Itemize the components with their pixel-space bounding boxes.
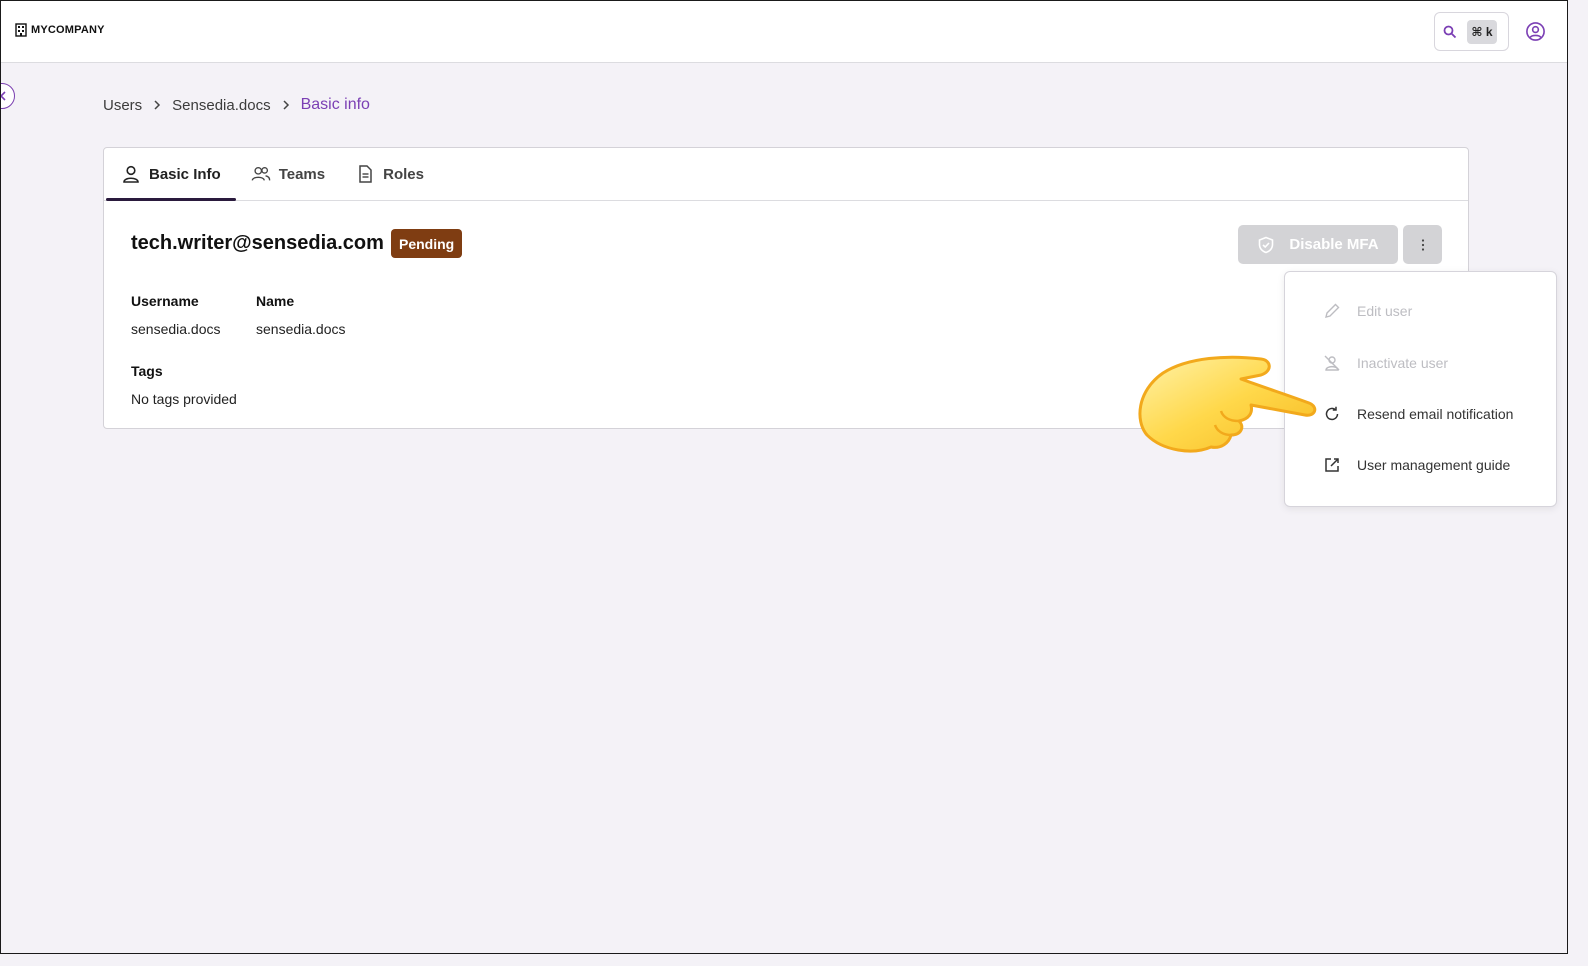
- account-icon[interactable]: [1525, 21, 1546, 42]
- tab-bar: Basic Info Teams Roles: [104, 148, 1468, 201]
- disable-mfa-label: Disable MFA: [1289, 236, 1379, 253]
- refresh-icon: [1325, 406, 1339, 421]
- shield-check-icon: [1259, 236, 1274, 253]
- name-label: Name: [256, 293, 295, 309]
- chevron-right-icon: [281, 99, 291, 111]
- pointing-hand-icon: [1138, 355, 1317, 453]
- user-actions-menu: Edit user Inactivate user Resend email n…: [1284, 271, 1557, 507]
- external-link-icon: [1325, 458, 1339, 472]
- breadcrumb-users[interactable]: Users: [103, 97, 142, 114]
- top-bar: MYCOMPANY ⌘ k: [1, 1, 1567, 63]
- chevron-right-icon: [152, 99, 162, 111]
- search-icon: [1443, 25, 1457, 38]
- more-options-button[interactable]: [1403, 225, 1442, 264]
- tab-label: Teams: [278, 165, 326, 183]
- username-value: sensedia.docs: [131, 321, 221, 337]
- document-icon: [359, 165, 372, 183]
- menu-item-label: User management guide: [1357, 457, 1511, 473]
- tab-label: Basic Info: [149, 165, 221, 183]
- app-frame: MYCOMPANY ⌘ k Users Sensedia.docs Basic …: [0, 0, 1568, 954]
- disable-mfa-button[interactable]: Disable MFA: [1238, 225, 1398, 264]
- tags-value: No tags provided: [131, 391, 237, 407]
- menu-item-resend-email[interactable]: Resend email notification: [1285, 394, 1556, 434]
- shortcut-key: ⌘ k: [1467, 19, 1497, 44]
- kebab-menu-icon: [1421, 238, 1424, 251]
- pencil-icon: [1325, 303, 1340, 318]
- name-value: sensedia.docs: [256, 321, 346, 337]
- user-icon: [123, 165, 139, 183]
- username-label: Username: [131, 293, 199, 309]
- breadcrumb-user[interactable]: Sensedia.docs: [172, 97, 270, 114]
- tab-teams[interactable]: Teams: [236, 148, 340, 200]
- user-off-icon: [1324, 355, 1340, 371]
- building-icon: [15, 23, 27, 37]
- status-badge: Pending: [391, 229, 463, 258]
- brand-name: MYCOMPANY: [31, 24, 105, 36]
- tab-roles[interactable]: Roles: [340, 148, 439, 200]
- menu-item-label: Edit user: [1357, 303, 1413, 319]
- tab-label: Roles: [383, 165, 424, 183]
- breadcrumb: Users Sensedia.docs Basic info: [103, 96, 370, 114]
- menu-item-inactivate-user[interactable]: Inactivate user: [1285, 343, 1556, 383]
- tags-label: Tags: [131, 363, 163, 379]
- sidebar-toggle-button[interactable]: [1, 83, 15, 109]
- menu-item-label: Inactivate user: [1357, 355, 1449, 371]
- brand-logo[interactable]: MYCOMPANY: [15, 23, 105, 37]
- chevron-left-icon: [1, 91, 6, 101]
- users-icon: [251, 166, 271, 181]
- tab-basic-info[interactable]: Basic Info: [106, 148, 236, 201]
- menu-item-label: Resend email notification: [1357, 406, 1514, 422]
- user-email: tech.writer@sensedia.com: [131, 232, 384, 254]
- search-button[interactable]: ⌘ k: [1434, 12, 1509, 51]
- menu-item-edit-user[interactable]: Edit user: [1285, 291, 1556, 331]
- menu-item-user-guide[interactable]: User management guide: [1285, 445, 1556, 485]
- breadcrumb-current: Basic info: [300, 96, 370, 113]
